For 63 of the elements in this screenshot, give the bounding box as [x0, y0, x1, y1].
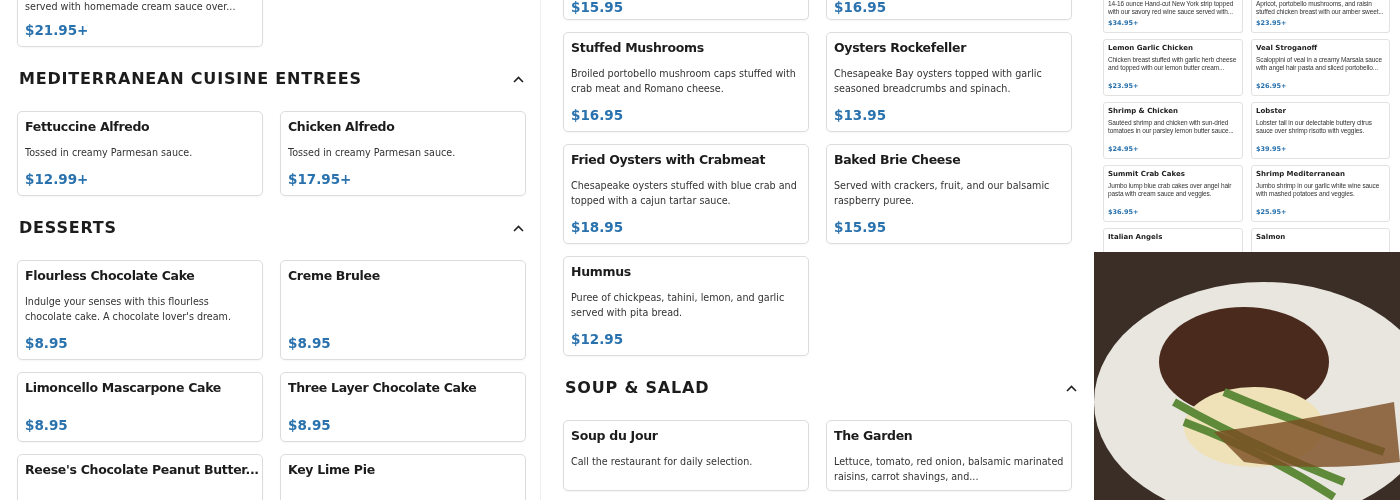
item-name: Key Lime Pie	[288, 461, 376, 479]
menu-item-card[interactable]: Three Layer Chocolate Cake $8.95	[280, 372, 526, 442]
menu-item-card[interactable]: served with homemade cream sauce over... $21.95+	[17, 0, 263, 47]
item-description: Broiled portobello mushroom caps stuffed with crab meat and Romano cheese.	[571, 67, 797, 96]
item-price: $18.95	[571, 218, 625, 237]
menu-item-card[interactable]: Flourless Chocolate Cake Indulge your senses with this flourless chocolate cake. A chocolate lover's dream. $8.95	[17, 260, 263, 360]
item-description: Call the restaurant for daily selection.	[571, 455, 754, 469]
item-name: Fettuccine Alfredo	[25, 118, 151, 136]
menu-item-card[interactable]: Limoncello Mascarpone Cake $8.95	[17, 372, 263, 442]
item-price: $12.95	[571, 330, 625, 349]
item-price: $16.95	[571, 106, 625, 125]
item-description: Puree of chickpeas, tahini, lemon, and garlic served with pita bread.	[571, 291, 786, 320]
item-price: $12.99+	[25, 170, 90, 189]
item-price: $8.95	[25, 334, 69, 353]
menu-item-card[interactable]: Hummus Puree of chickpeas, tahini, lemon, and garlic served with pita bread. $12.95	[563, 256, 809, 356]
item-price: $8.95	[25, 416, 69, 435]
item-description: Served with crackers, fruit, and our balsamic raspberry puree.	[834, 179, 1051, 208]
item-price: $13.95	[834, 106, 888, 125]
menu-item-card[interactable]: Soup du Jour Call the restaurant for daily selection.	[563, 420, 809, 491]
item-name: Limoncello Mascarpone Cake	[25, 379, 222, 397]
menu-item-card[interactable]: Baked Brie Cheese Served with crackers, fruit, and our balsamic raspberry puree. $15.95	[826, 144, 1072, 244]
section-heading: MEDITERRANEAN CUISINE ENTREES	[19, 68, 362, 90]
item-name: Flourless Chocolate Cake	[25, 267, 196, 285]
item-name: Oysters Rockefeller	[834, 39, 968, 57]
item-price: $21.95+	[25, 21, 90, 40]
chevron-up-icon[interactable]	[513, 75, 524, 83]
menu-item-card[interactable]: Key Lime Pie	[280, 454, 526, 500]
menu-item-card[interactable]: The Garden Lettuce, tomato, red onion, balsamic marinated raisins, carrot shavings, and...	[826, 420, 1072, 491]
menu-item-card[interactable]: Oysters Rockefeller Chesapeake Bay oysters topped with garlic seasoned breadcrumbs and spinach. $13.95	[826, 32, 1072, 132]
item-description: Tossed in creamy Parmesan sauce.	[288, 146, 457, 160]
item-description: Indulge your senses with this flourless chocolate cake. A chocolate lover's dream.	[25, 295, 232, 324]
item-description: served with homemade cream sauce over...	[25, 0, 237, 14]
chevron-up-icon[interactable]	[1066, 384, 1077, 392]
menu-item-card[interactable]: Stuffed Mushrooms Broiled portobello mushroom caps stuffed with crab meat and Romano cheese. $16.95	[563, 32, 809, 132]
menu-item-card[interactable]: Fettuccine Alfredo Tossed in creamy Parmesan sauce. $12.99+	[17, 111, 263, 196]
item-price: $17.95+	[288, 170, 353, 189]
menu-item-card[interactable]: Creme Brulee $8.95	[280, 260, 526, 360]
item-description: Chesapeake oysters stuffed with blue crab and topped with a cajun tartar sauce.	[571, 179, 798, 208]
section-heading: DESSERTS	[19, 217, 117, 239]
item-name: Three Layer Chocolate Cake	[288, 379, 478, 397]
menu-item-card[interactable]: Fried Oysters with Crabmeat Chesapeake oysters stuffed with blue crab and topped with a cajun tartar sauce. $18.95	[563, 144, 809, 244]
menu-item-card[interactable]: $16.95	[826, 0, 1072, 20]
section-heading: SOUP & SALAD	[565, 377, 710, 399]
item-name: Soup du Jour	[571, 427, 659, 445]
item-name: Hummus	[571, 263, 632, 281]
item-price: $15.95	[571, 0, 625, 14]
menu-item-card[interactable]: Chicken Alfredo Tossed in creamy Parmesan sauce. $17.95+	[280, 111, 526, 196]
item-price: $16.95	[834, 0, 888, 14]
item-name: Chicken Alfredo	[288, 118, 396, 136]
item-description: Chesapeake Bay oysters topped with garlic seasoned breadcrumbs and spinach.	[834, 67, 1043, 96]
item-name: Creme Brulee	[288, 267, 381, 285]
menu-item-card[interactable]: Reese's Chocolate Peanut Butter...	[17, 454, 263, 500]
item-description: Tossed in creamy Parmesan sauce.	[25, 146, 194, 160]
item-price: $15.95	[834, 218, 888, 237]
item-name: Stuffed Mushrooms	[571, 39, 705, 57]
item-name: The Garden	[834, 427, 914, 445]
item-description: Lettuce, tomato, red onion, balsamic marinated raisins, carrot shavings, and...	[834, 455, 1064, 484]
item-name: Baked Brie Cheese	[834, 151, 962, 169]
chevron-up-icon[interactable]	[513, 224, 524, 232]
menu-item-card[interactable]: $15.95	[563, 0, 809, 20]
item-price: $8.95	[288, 334, 332, 353]
item-price: $8.95	[288, 416, 332, 435]
item-name: Fried Oysters with Crabmeat	[571, 151, 767, 169]
